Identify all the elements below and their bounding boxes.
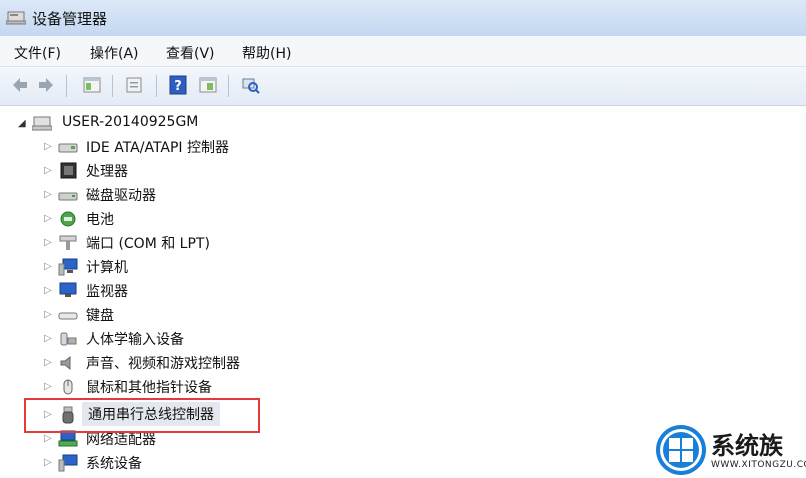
- help-icon[interactable]: ?: [168, 75, 188, 95]
- watermark-logo: 系统族 WWW.XITONGZU.COM: [655, 420, 806, 478]
- expand-arrow-icon[interactable]: ▷: [44, 357, 52, 368]
- menu-bar: 文件(F) 操作(A) 查看(V) 帮助(H): [0, 36, 806, 67]
- expand-arrow-icon[interactable]: ▷: [44, 213, 52, 224]
- battery-icon: [60, 211, 76, 227]
- toolbar: ?: [0, 67, 806, 106]
- brand-url: WWW.XITONGZU.COM: [711, 460, 806, 470]
- tree-item-label: 系统设备: [86, 456, 142, 472]
- expand-arrow-icon[interactable]: ▷: [44, 237, 52, 248]
- disk-drive-icon: [58, 192, 78, 201]
- menu-view[interactable]: 查看(V): [166, 43, 215, 63]
- back-icon[interactable]: [10, 75, 30, 95]
- expand-arrow-icon[interactable]: ▷: [44, 141, 52, 152]
- brand-name: 系统族: [711, 432, 783, 460]
- title-bar: 设备管理器: [0, 0, 806, 36]
- expand-arrow-icon[interactable]: ▷: [44, 189, 52, 200]
- toolbar-separator: [66, 75, 67, 97]
- system-device-icon: [58, 454, 78, 472]
- expand-arrow-icon[interactable]: ▷: [44, 433, 52, 444]
- expand-arrow-icon[interactable]: ▷: [44, 457, 52, 468]
- computer-name: USER-20140925GM: [62, 114, 199, 130]
- tree-item-label: 声音、视频和游戏控制器: [86, 356, 240, 372]
- details-icon[interactable]: [198, 75, 218, 95]
- tree-item-label: 键盘: [86, 308, 114, 324]
- toolbar-separator: [112, 75, 113, 97]
- tree-item-label: 人体学输入设备: [86, 332, 184, 348]
- hid-icon: [60, 332, 77, 346]
- scan-hardware-icon[interactable]: [240, 75, 260, 95]
- collapse-arrow-icon[interactable]: ◢: [18, 118, 26, 129]
- svg-text:?: ?: [174, 79, 182, 94]
- keyboard-icon: [58, 312, 78, 320]
- toolbar-separator: [228, 75, 229, 97]
- expand-arrow-icon[interactable]: ▷: [44, 285, 52, 296]
- tree-item-label: 电池: [86, 212, 114, 228]
- expand-arrow-icon[interactable]: ▷: [44, 309, 52, 320]
- menu-file[interactable]: 文件(F): [14, 43, 61, 63]
- console-tree-icon[interactable]: [82, 75, 102, 95]
- computer-icon: [58, 258, 78, 276]
- tree-item-label: 处理器: [86, 164, 128, 180]
- port-icon: [59, 235, 77, 250]
- tree-item-label: 监视器: [86, 284, 128, 300]
- menu-help[interactable]: 帮助(H): [242, 43, 291, 63]
- processor-icon: [60, 162, 77, 179]
- properties-icon[interactable]: [124, 75, 144, 95]
- windows-logo-icon: [656, 425, 706, 475]
- tree-item-label: IDE ATA/ATAPI 控制器: [86, 140, 230, 156]
- device-manager-icon: [6, 11, 26, 25]
- window-title: 设备管理器: [32, 10, 108, 28]
- monitor-icon: [59, 282, 77, 297]
- tree-item-label: 计算机: [86, 260, 128, 276]
- toolbar-separator: [156, 75, 157, 97]
- tree-item-label: 鼠标和其他指针设备: [86, 380, 212, 396]
- tree-item-label: 端口 (COM 和 LPT): [86, 236, 210, 252]
- menu-action[interactable]: 操作(A): [90, 43, 139, 63]
- expand-arrow-icon[interactable]: ▷: [44, 333, 52, 344]
- forward-icon[interactable]: [36, 75, 56, 95]
- expand-arrow-icon[interactable]: ▷: [44, 261, 52, 272]
- ide-controller-icon: [58, 143, 78, 153]
- sound-icon: [60, 355, 71, 371]
- highlight-annotation: [24, 398, 260, 433]
- computer-icon: [32, 116, 52, 131]
- expand-arrow-icon[interactable]: ▷: [44, 165, 52, 176]
- tree-item-label: 磁盘驱动器: [86, 188, 156, 204]
- expand-arrow-icon[interactable]: ▷: [44, 381, 52, 392]
- mouse-icon: [63, 379, 73, 395]
